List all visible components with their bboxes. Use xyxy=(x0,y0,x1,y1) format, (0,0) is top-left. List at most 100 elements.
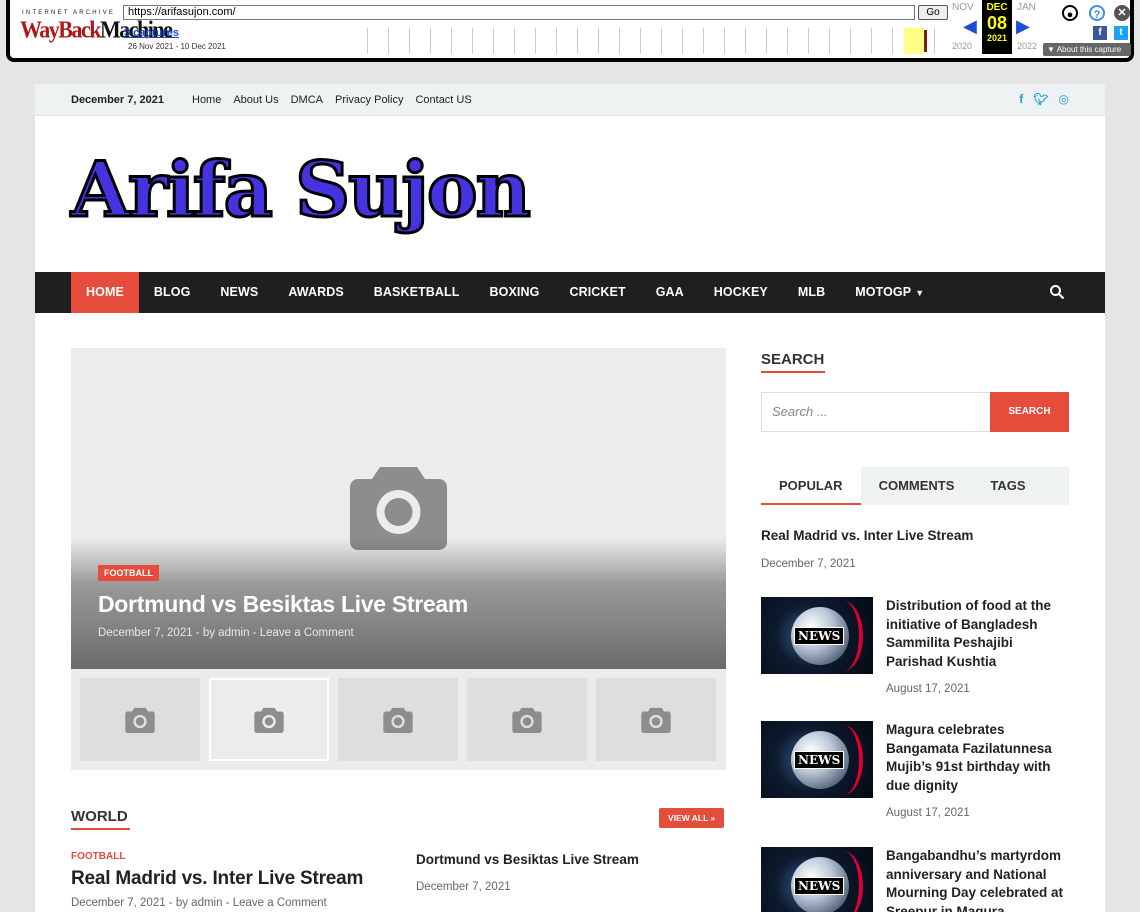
nav-boxing[interactable]: BOXING xyxy=(475,272,555,313)
slide-meta: December 7, 2021 - by admin - Leave a Co… xyxy=(98,627,354,639)
top-bar: December 7, 2021 Home About Us DMCA Priv… xyxy=(35,84,1105,116)
popular-post-date: August 17, 2021 xyxy=(886,807,970,819)
slider-thumb[interactable] xyxy=(338,678,458,761)
popular-post-title[interactable]: Bangabandhu’s martyrdom anniversary and … xyxy=(886,847,1069,912)
sidebar-tabs: POPULAR COMMENTS TAGS xyxy=(761,467,1069,505)
social-links: f 🐦︎ ◎ xyxy=(1019,92,1069,106)
nav-hockey[interactable]: HOCKEY xyxy=(699,272,783,313)
post-category[interactable]: FOOTBALL xyxy=(71,851,125,862)
caret-down-icon: ▼ xyxy=(915,288,925,298)
current-capture-date: DEC 08 2021 xyxy=(982,0,1012,54)
facebook-icon[interactable]: f xyxy=(1093,26,1107,40)
popular-post: NEWS Bangabandhu’s martyrdom anniversary… xyxy=(761,847,1069,912)
nav-home[interactable]: HOME xyxy=(71,272,139,313)
news-thumbnail[interactable]: NEWS xyxy=(761,847,873,912)
captures-link[interactable]: 3 captures xyxy=(124,27,179,39)
slide-image[interactable]: FOOTBALL Dortmund vs Besiktas Live Strea… xyxy=(71,348,726,669)
camera-placeholder-icon xyxy=(254,707,284,733)
top-link-privacy[interactable]: Privacy Policy xyxy=(335,94,403,106)
tab-tags[interactable]: TAGS xyxy=(972,467,1043,505)
top-links: Home About Us DMCA Privacy Policy Contac… xyxy=(192,94,472,106)
search-icon[interactable] xyxy=(1049,284,1065,300)
slide-title[interactable]: Dortmund vs Besiktas Live Stream xyxy=(98,591,468,618)
news-thumb-label: NEWS xyxy=(794,877,845,895)
tab-popular[interactable]: POPULAR xyxy=(761,467,861,505)
twitter-icon[interactable]: t xyxy=(1114,26,1128,40)
current-day: 08 xyxy=(986,13,1008,33)
top-link-contact[interactable]: Contact US xyxy=(415,94,471,106)
post-date: December 7, 2021 xyxy=(416,881,511,893)
facebook-icon[interactable]: f xyxy=(1019,92,1023,106)
about-capture-label: About this capture xyxy=(1056,45,1122,54)
nav-basketball[interactable]: BASKETBALL xyxy=(359,272,475,313)
about-capture-button[interactable]: ▼ About this capture xyxy=(1043,43,1131,56)
site-logo[interactable]: Arifa Sujon xyxy=(70,140,533,240)
news-thumb-label: NEWS xyxy=(794,627,845,645)
slide-category-badge[interactable]: FOOTBALL xyxy=(98,565,159,581)
post-meta: December 7, 2021 - by admin - Leave a Co… xyxy=(71,897,327,909)
search-title-text: SEARCH xyxy=(761,351,825,368)
nav-blog[interactable]: BLOG xyxy=(139,272,206,313)
help-icon[interactable]: ? xyxy=(1089,5,1105,21)
current-month: DEC xyxy=(986,2,1008,13)
slider-thumb[interactable] xyxy=(467,678,587,761)
slider-thumb[interactable] xyxy=(80,678,200,761)
next-month-label[interactable]: JAN xyxy=(1017,2,1036,13)
tab-comments[interactable]: COMMENTS xyxy=(861,467,973,505)
popular-post-title[interactable]: Distribution of food at the initiative o… xyxy=(886,597,1069,672)
top-date: December 7, 2021 xyxy=(71,94,164,106)
popular-post-title[interactable]: Real Madrid vs. Inter Live Stream xyxy=(761,528,973,543)
news-thumbnail[interactable]: NEWS xyxy=(761,721,873,798)
nav-awards[interactable]: AWARDS xyxy=(273,272,358,313)
slider-thumb-active[interactable] xyxy=(209,678,329,761)
popular-post-date: August 17, 2021 xyxy=(886,683,970,695)
nav-mlb[interactable]: MLB xyxy=(783,272,840,313)
prev-year-label[interactable]: 2020 xyxy=(952,41,972,51)
nav-gaa[interactable]: GAA xyxy=(641,272,699,313)
instagram-icon[interactable]: ◎ xyxy=(1059,92,1069,106)
close-icon[interactable]: ✕ xyxy=(1114,5,1130,21)
site-page: December 7, 2021 Home About Us DMCA Priv… xyxy=(35,84,1105,912)
prev-capture-arrow-icon[interactable]: ◀ xyxy=(963,16,977,37)
nav-motogp-label: MOTOGP xyxy=(855,285,912,299)
camera-placeholder-icon xyxy=(512,707,542,733)
nav-cricket[interactable]: CRICKET xyxy=(554,272,640,313)
view-all-button[interactable]: VIEW ALL » xyxy=(659,808,725,828)
slider-thumb[interactable] xyxy=(596,678,716,761)
camera-placeholder-icon xyxy=(383,707,413,733)
capture-range: 26 Nov 2021 - 10 Dec 2021 xyxy=(128,42,226,51)
camera-placeholder-icon xyxy=(125,707,155,733)
post-title[interactable]: Real Madrid vs. Inter Live Stream xyxy=(71,868,363,890)
go-button[interactable]: Go xyxy=(918,5,948,20)
nav-motogp[interactable]: MOTOGP ▼ xyxy=(840,272,939,313)
main-nav: HOME BLOG NEWS AWARDS BASKETBALL BOXING … xyxy=(35,272,1105,313)
user-icon[interactable]: ● xyxy=(1062,5,1078,21)
top-link-home[interactable]: Home xyxy=(192,94,221,106)
next-capture-arrow-icon[interactable]: ▶ xyxy=(1016,16,1030,37)
featured-slider: FOOTBALL Dortmund vs Besiktas Live Strea… xyxy=(71,348,726,770)
popular-post: NEWS Magura celebrates Bangamata Fazilat… xyxy=(761,721,1069,831)
world-section-title: WORLD xyxy=(71,808,130,830)
news-thumbnail[interactable]: NEWS xyxy=(761,597,873,674)
world-title-text: WORLD xyxy=(71,808,128,825)
url-input[interactable]: https://arifasujon.com/ xyxy=(123,5,915,20)
wayback-toolbar: INTERNET ARCHIVE WayBackMachine https://… xyxy=(6,0,1134,62)
news-thumb-label: NEWS xyxy=(794,751,845,769)
popular-post-title[interactable]: Magura celebrates Bangamata Fazilatunnes… xyxy=(886,721,1069,796)
popular-post-date: December 7, 2021 xyxy=(761,558,856,570)
top-link-dmca[interactable]: DMCA xyxy=(291,94,323,106)
camera-placeholder-icon xyxy=(641,707,671,733)
slider-thumbnails xyxy=(80,678,716,761)
nav-news[interactable]: NEWS xyxy=(205,272,273,313)
post-title[interactable]: Dortmund vs Besiktas Live Stream xyxy=(416,852,639,867)
twitter-icon[interactable]: 🐦︎ xyxy=(1033,92,1048,106)
search-widget-title: SEARCH xyxy=(761,351,825,373)
search-button[interactable]: SEARCH xyxy=(990,392,1069,432)
popular-post: NEWS Distribution of food at the initiat… xyxy=(761,597,1069,707)
prev-month-label[interactable]: NOV xyxy=(952,2,974,13)
next-year-label[interactable]: 2022 xyxy=(1017,41,1037,51)
capture-sparkline[interactable] xyxy=(347,28,949,54)
current-year: 2021 xyxy=(986,33,1008,43)
search-input[interactable]: Search ... xyxy=(761,392,991,432)
top-link-about[interactable]: About Us xyxy=(233,94,278,106)
